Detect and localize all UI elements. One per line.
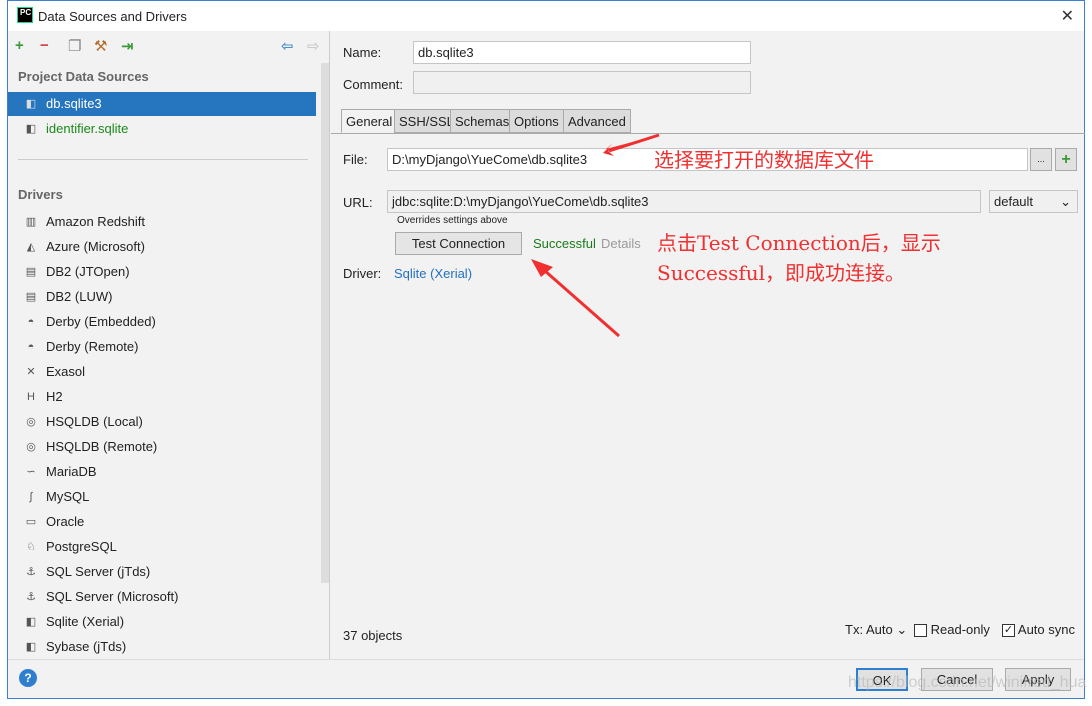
azure-icon: ◭ bbox=[26, 241, 36, 253]
tx-select[interactable]: Tx: Auto ⌄ bbox=[845, 622, 907, 638]
duplicate-icon[interactable]: ❐ bbox=[68, 37, 81, 55]
driver-item[interactable]: ◎ HSQLDB (Local) bbox=[8, 410, 316, 434]
drivers-header: Drivers bbox=[18, 187, 63, 202]
mysql-icon: ∫ bbox=[29, 491, 33, 503]
driver-item[interactable]: ♘ PostgreSQL bbox=[8, 535, 316, 559]
db2-icon: ▤ bbox=[25, 266, 37, 278]
title-bar: PC Data Sources and Drivers ✕ bbox=[8, 1, 1084, 31]
hsqldb-icon: ◎ bbox=[26, 441, 36, 453]
sqlserver-icon: ⚓ bbox=[26, 591, 36, 603]
driver-label: MariaDB bbox=[46, 464, 97, 479]
driver-label: DB2 (JTOpen) bbox=[46, 264, 130, 279]
driver-label: Sqlite (Xerial) bbox=[46, 614, 125, 629]
right-panel: Name: db.sqlite3 Comment: General SSH/SS… bbox=[331, 31, 1085, 659]
divider bbox=[18, 159, 308, 160]
derby-icon: ◓ bbox=[27, 316, 35, 328]
driver-label: PostgreSQL bbox=[46, 539, 117, 554]
scrollbar[interactable] bbox=[321, 63, 329, 583]
pycharm-logo-icon: PC bbox=[17, 7, 33, 23]
driver-item[interactable]: H H2 bbox=[8, 385, 316, 409]
dialog-window: PC Data Sources and Drivers ✕ + − ❐ ⚒ ⇥ … bbox=[7, 0, 1087, 699]
objects-count: 37 objects bbox=[343, 628, 403, 643]
driver-item[interactable]: ∫ MySQL bbox=[8, 485, 316, 509]
driver-item[interactable]: ◧ Sqlite (Xerial) bbox=[8, 610, 316, 634]
annotation-arrows bbox=[531, 133, 660, 338]
item-label: db.sqlite3 bbox=[46, 96, 102, 111]
driver-label: Amazon Redshift bbox=[46, 214, 145, 229]
driver-label: Derby (Remote) bbox=[46, 339, 139, 354]
driver-settings-icon[interactable]: ⚒ bbox=[94, 37, 107, 55]
bottom-bar: ? OK Cancel Apply https://blog.csdn.net/… bbox=[8, 659, 1087, 699]
readonly-label: Read-only bbox=[930, 622, 990, 637]
add-icon[interactable]: + bbox=[15, 37, 24, 54]
driver-item[interactable]: ◓ Derby (Embedded) bbox=[8, 310, 316, 334]
db2-icon: ▤ bbox=[25, 291, 37, 303]
back-arrow-icon[interactable]: ⇦ bbox=[281, 37, 294, 55]
driver-item[interactable]: ▭ Oracle bbox=[8, 510, 316, 534]
driver-label: Sybase (jTds) bbox=[46, 639, 127, 654]
driver-label: Oracle bbox=[46, 514, 85, 529]
autosync-checkbox[interactable]: ✓ Auto sync bbox=[1002, 622, 1075, 638]
oracle-icon: ▭ bbox=[25, 516, 37, 528]
driver-item[interactable]: ⚓ SQL Server (Microsoft) bbox=[8, 585, 316, 609]
driver-label: HSQLDB (Remote) bbox=[46, 439, 158, 454]
sqlite-icon: ◧ bbox=[25, 123, 37, 135]
readonly-checkbox[interactable]: Read-only bbox=[914, 622, 990, 638]
driver-item[interactable]: ◎ HSQLDB (Remote) bbox=[8, 435, 316, 459]
driver-label: SQL Server (jTds) bbox=[46, 564, 151, 579]
driver-item[interactable]: ▤ DB2 (JTOpen) bbox=[8, 260, 316, 284]
remove-icon[interactable]: − bbox=[40, 37, 49, 54]
driver-label: MySQL bbox=[46, 489, 90, 504]
driver-item[interactable]: ⚓ SQL Server (jTds) bbox=[8, 560, 316, 584]
driver-item[interactable]: ◓ Derby (Remote) bbox=[8, 335, 316, 359]
driver-label: SQL Server (Microsoft) bbox=[46, 589, 179, 604]
derby-icon: ◓ bbox=[27, 341, 35, 353]
close-button[interactable]: ✕ bbox=[1061, 6, 1074, 26]
driver-item[interactable]: ◧ Sybase (jTds) bbox=[8, 635, 316, 659]
left-panel: + − ❐ ⚒ ⇥ ⇦ ⇨ Project Data Sources ◧ db.s… bbox=[8, 31, 330, 659]
import-icon[interactable]: ⇥ bbox=[121, 37, 134, 55]
driver-label: HSQLDB (Local) bbox=[46, 414, 143, 429]
window-title: Data Sources and Drivers bbox=[38, 9, 187, 24]
driver-label: H2 bbox=[46, 389, 63, 404]
tx-value: Tx: Auto bbox=[845, 622, 893, 637]
driver-item[interactable]: ◭ Azure (Microsoft) bbox=[8, 235, 316, 259]
driver-label: DB2 (LUW) bbox=[46, 289, 113, 304]
project-item-identifier-sqlite[interactable]: ◧ identifier.sqlite bbox=[8, 117, 316, 141]
sqlserver-icon: ⚓ bbox=[26, 566, 36, 578]
autosync-label: Auto sync bbox=[1017, 622, 1075, 637]
h2-icon: H bbox=[27, 391, 35, 403]
redshift-icon: ▥ bbox=[25, 216, 37, 228]
forward-arrow-icon[interactable]: ⇨ bbox=[307, 37, 320, 55]
driver-item[interactable]: ∽ MariaDB bbox=[8, 460, 316, 484]
driver-label: Exasol bbox=[46, 364, 86, 379]
exasol-icon: ✕ bbox=[26, 366, 36, 378]
sybase-icon: ◧ bbox=[25, 641, 37, 653]
driver-item[interactable]: ▥ Amazon Redshift bbox=[8, 210, 316, 234]
arrow-to-test bbox=[535, 261, 620, 338]
mariadb-icon: ∽ bbox=[26, 466, 36, 478]
driver-item[interactable]: ▤ DB2 (LUW) bbox=[8, 285, 316, 309]
driver-label: Derby (Embedded) bbox=[46, 314, 156, 329]
watermark: https://blog.csdn.net/winifred_hua bbox=[848, 674, 1087, 691]
hsqldb-icon: ◎ bbox=[26, 416, 36, 428]
checkbox-unchecked[interactable] bbox=[914, 624, 927, 638]
item-label: identifier.sqlite bbox=[46, 121, 129, 136]
project-data-sources-header: Project Data Sources bbox=[18, 69, 149, 84]
project-item-db-sqlite3[interactable]: ◧ db.sqlite3 bbox=[8, 92, 316, 116]
checkbox-checked[interactable]: ✓ bbox=[1002, 624, 1015, 638]
sqlite-icon: ◧ bbox=[25, 98, 37, 110]
sqlite-icon: ◧ bbox=[25, 616, 37, 628]
driver-label: Azure (Microsoft) bbox=[46, 239, 145, 254]
driver-item[interactable]: ✕ Exasol bbox=[8, 360, 316, 384]
postgresql-icon: ♘ bbox=[26, 541, 36, 553]
help-button[interactable]: ? bbox=[19, 669, 37, 687]
